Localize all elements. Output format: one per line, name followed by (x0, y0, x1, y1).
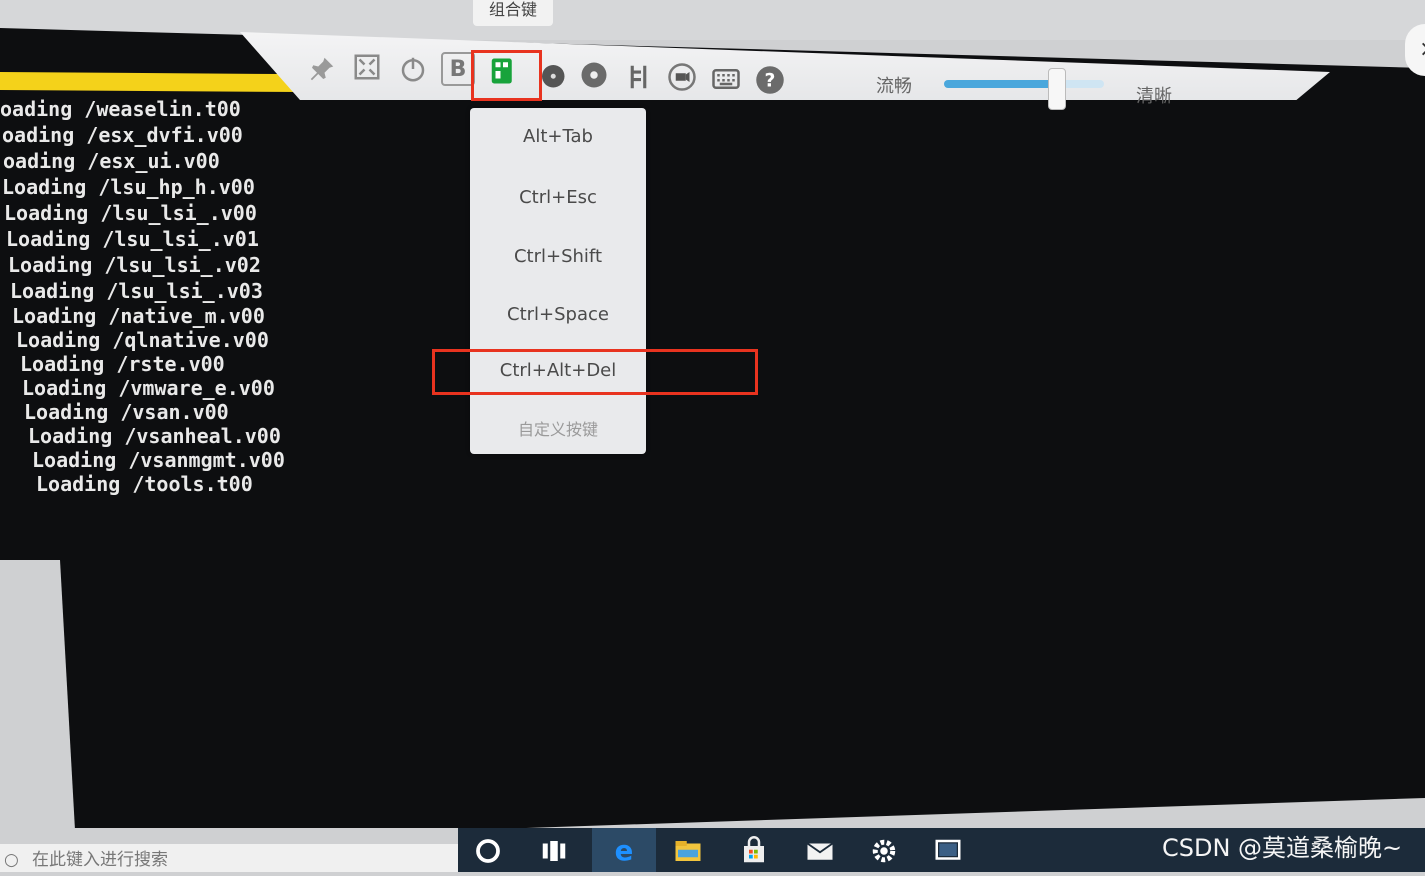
menu-item-alt-tab[interactable]: Alt+Tab (470, 126, 646, 147)
b-icon[interactable]: B (441, 52, 475, 86)
console-line: Loading /lsu_lsi_.v01 (6, 227, 259, 251)
console-output: oading /weaselin.t00 oading /esx_dvfi.v00… (0, 96, 285, 496)
edge-browser-icon[interactable]: e (592, 828, 656, 872)
ctrl-alt-del-highlight (432, 349, 758, 395)
console-line: oading /esx_dvfi.v00 (2, 123, 243, 147)
console-line: Loading /vsanheal.v00 (28, 424, 281, 448)
quality-low-label: 流畅 (876, 76, 912, 97)
search-icon: ○ (4, 850, 19, 870)
power-icon[interactable] (396, 52, 430, 86)
quality-high-label: 清晰 (1136, 86, 1172, 107)
console-line: Loading /lsu_hp_h.v00 (2, 175, 255, 199)
console-line: oading /esx_ui.v00 (3, 149, 220, 173)
settings-gear-icon[interactable] (864, 834, 904, 868)
console-line: Loading /vsanmgmt.v00 (32, 448, 285, 472)
tooltip: 组合键 (473, 0, 553, 26)
console-line: Loading /lsu_lsi_.v00 (4, 201, 257, 225)
quality-slider[interactable] (944, 80, 1104, 88)
menu-item-ctrl-esc[interactable]: Ctrl+Esc (470, 187, 646, 208)
cd-icon[interactable] (577, 58, 611, 92)
taskbar-search[interactable]: ○ 在此键入进行搜索 (0, 844, 458, 872)
console-line: Loading /native_m.v00 (12, 304, 265, 328)
store-icon[interactable] (734, 834, 774, 868)
keyboard-icon[interactable] (709, 62, 743, 96)
svg-text:e: e (615, 835, 634, 865)
console-line: Loading /lsu_lsi_.v03 (10, 279, 263, 303)
key-combo-menu: Alt+Tab Ctrl+Esc Ctrl+Shift Ctrl+Space C… (470, 108, 646, 454)
task-view-icon[interactable] (534, 834, 574, 868)
watermark: CSDN @莫道桑榆晚~ (1162, 834, 1403, 862)
search-placeholder: 在此键入进行搜索 (32, 850, 168, 870)
console-line: Loading /lsu_lsi_.v02 (8, 253, 261, 277)
console-line: Loading /vsan.v00 (24, 400, 229, 424)
disc-icon[interactable] (535, 58, 569, 92)
mail-icon[interactable] (800, 834, 840, 868)
pin-icon[interactable] (305, 52, 339, 86)
console-line: Loading /rste.v00 (20, 352, 225, 376)
help-icon[interactable]: ? (753, 63, 787, 97)
cortana-icon[interactable] (468, 834, 508, 868)
remote-console-app-icon[interactable] (928, 834, 968, 868)
console-line: oading /weaselin.t00 (0, 97, 241, 121)
fullscreen-icon[interactable] (350, 50, 384, 84)
key-combo-highlight (471, 50, 542, 101)
console-line: Loading /qlnative.v00 (16, 328, 269, 352)
yellow-strip (0, 72, 300, 92)
console-line: Loading /tools.t00 (36, 472, 253, 496)
menu-item-custom-keys[interactable]: 自定义按键 (470, 416, 646, 440)
quality-slider-thumb[interactable] (1048, 68, 1066, 110)
menu-item-ctrl-space[interactable]: Ctrl+Space (470, 304, 646, 325)
file-explorer-icon[interactable] (668, 834, 708, 868)
menu-item-ctrl-shift[interactable]: Ctrl+Shift (470, 246, 646, 267)
quality-slider-fill (944, 80, 1060, 88)
help-label: ? (765, 70, 776, 91)
console-line: Loading /vmware_e.v00 (22, 376, 275, 400)
record-icon[interactable] (665, 60, 699, 94)
save-icon[interactable] (624, 60, 658, 94)
b-label: B (449, 56, 467, 82)
